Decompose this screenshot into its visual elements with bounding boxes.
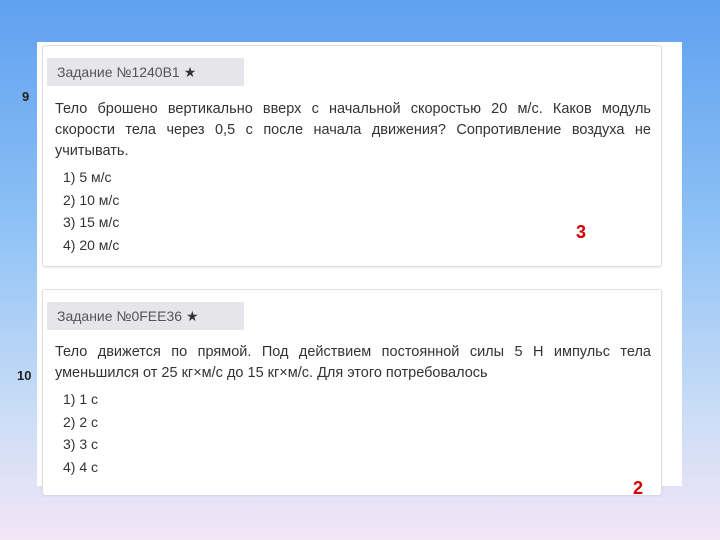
answer-option: 2) 10 м/с: [63, 191, 120, 208]
answer-option: 3) 3 с: [63, 436, 99, 452]
task-question-text: Тело движется по прямой. Под действием п…: [55, 344, 651, 381]
answer-option: 1) 5 м/с: [63, 169, 112, 185]
task-id: Задание №1240B1: [57, 64, 180, 80]
task-card-1: Задание №1240B1 ★ Тело брошено вертикальн…: [42, 45, 662, 267]
answer-option: 4) 4 с: [63, 458, 99, 475]
answer-mark-1: 3: [576, 222, 587, 242]
answer-mark-2: 2: [633, 478, 644, 498]
answer-option: 4) 20 м/с: [63, 236, 120, 253]
task-id: Задание №0FEE36: [57, 308, 183, 324]
star-icon[interactable]: ★: [184, 64, 197, 80]
task-card-2: Задание №0FEE36 ★ Тело движется по прямой…: [42, 289, 662, 495]
task-question-text: Тело брошено вертикально вверх с начальн…: [55, 101, 651, 159]
answer-option: 2) 2 с: [63, 413, 99, 430]
star-icon[interactable]: ★: [186, 308, 199, 324]
answer-option: 1) 1 с: [63, 391, 99, 407]
answer-options-list: 1) 5 м/с 2) 10 м/с 3) 15 м/с 4) 20 м/с: [63, 166, 119, 256]
question-number-10: 10: [17, 368, 32, 383]
task-header-2: Задание №0FEE36 ★: [47, 302, 244, 330]
task-header-1: Задание №1240B1 ★: [47, 58, 244, 86]
question-number-9: 9: [22, 89, 30, 104]
answer-option: 3) 15 м/с: [63, 214, 120, 230]
answer-options-list: 1) 1 с 2) 2 с 3) 3 с 4) 4 с: [63, 388, 98, 478]
